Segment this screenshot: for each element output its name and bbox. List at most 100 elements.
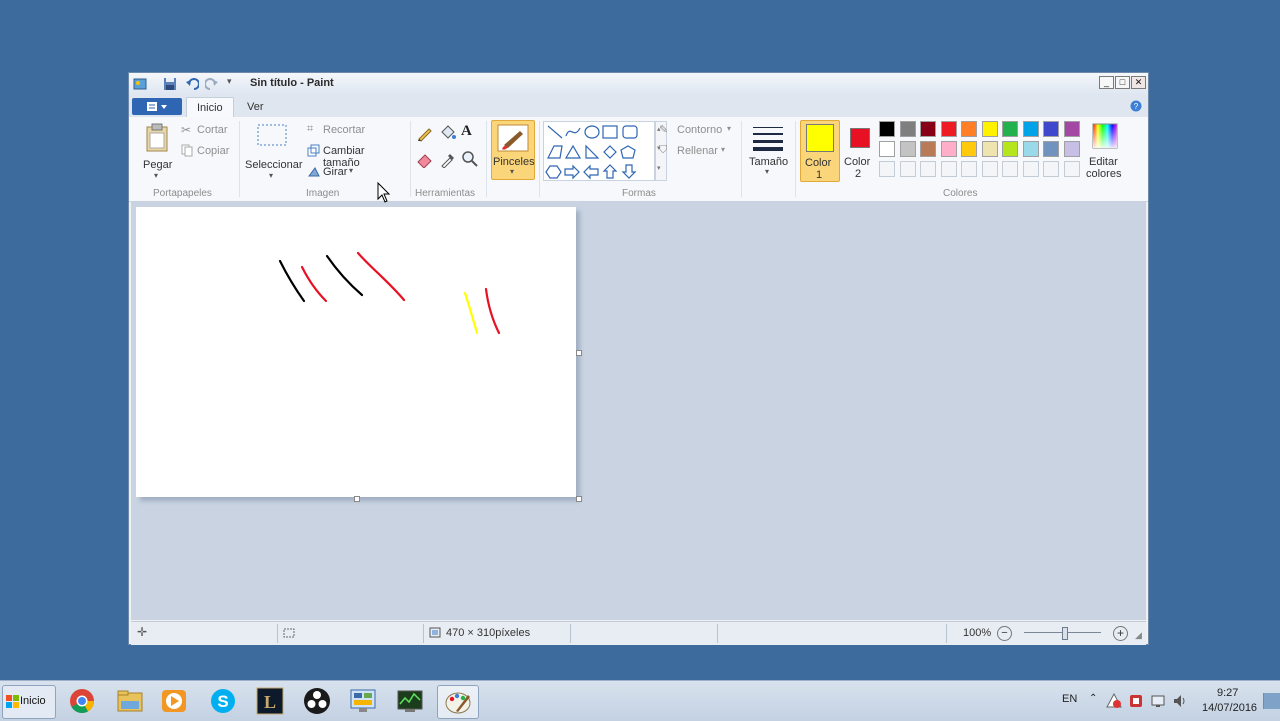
image-dimensions: 470 × 310píxeles [446,627,531,639]
palette-color-swatch[interactable] [879,121,895,137]
palette-color-swatch[interactable] [1002,121,1018,137]
redo-icon[interactable] [205,77,219,91]
palette-color-swatch[interactable] [981,121,998,137]
zoom-in-button[interactable]: + [1113,626,1128,641]
tab-inicio[interactable]: Inicio [186,97,234,118]
window-title: Sin título - Paint [250,77,334,89]
magnifier-icon [462,151,478,167]
palette-custom-slot[interactable] [920,161,936,177]
language-indicator[interactable]: EN [1062,693,1077,705]
palette-color-swatch[interactable] [920,141,936,157]
palette-custom-slot[interactable] [1063,161,1080,177]
action-center-icon[interactable] [1106,693,1122,709]
rotate-label: Girar [323,166,348,178]
palette-custom-slot[interactable] [899,161,916,177]
help-icon[interactable]: ? [1130,100,1142,112]
group-divider [795,121,796,197]
tab-ver[interactable]: Ver [237,97,274,117]
palette-color-swatch[interactable] [1002,141,1018,157]
resize-handle-right[interactable] [576,350,582,356]
clock-time[interactable]: 9:27 [1217,687,1238,699]
palette-color-swatch[interactable] [940,121,957,137]
palette-color-swatch[interactable] [1063,141,1080,157]
paste-dropdown-icon: ▾ [154,171,159,180]
palette-color-swatch[interactable] [940,141,957,157]
file-menu-button[interactable] [132,98,182,115]
drawing-canvas[interactable] [136,207,576,497]
clock-date[interactable]: 14/07/2016 [1202,702,1257,714]
magnifier-tool[interactable] [461,150,479,168]
gallery-expand-icon[interactable]: ▾ [657,164,661,172]
palette-color-swatch[interactable] [899,141,916,157]
palette-color-swatch[interactable] [981,141,998,157]
brushes-button[interactable]: Pinceles ▾ [491,120,535,180]
palette-custom-slot[interactable] [1002,161,1018,177]
close-button[interactable]: ✕ [1131,76,1146,89]
palette-custom-slot[interactable] [1022,161,1039,177]
palette-color-swatch[interactable] [961,121,977,137]
undo-icon[interactable] [185,77,199,91]
status-divider [570,624,571,643]
zoom-slider-thumb[interactable] [1062,627,1068,640]
quick-access-dropdown-icon[interactable]: ▾ [227,76,232,87]
palette-custom-slot[interactable] [981,161,998,177]
taskbar-chrome[interactable] [62,685,102,717]
color-picker-tool[interactable] [439,150,457,169]
taskbar-league[interactable]: L [250,685,290,717]
shapes-gallery[interactable] [543,121,655,181]
clipboard-icon [146,123,168,152]
taskbar-task-manager[interactable] [390,685,430,717]
start-button[interactable]: Inicio [2,685,56,719]
show-hidden-icons-icon[interactable]: ⌃ [1089,693,1097,704]
palette-custom-slot[interactable] [879,161,895,177]
paste-button[interactable]: Pegar ▾ [139,121,175,181]
taskbar-media-player[interactable] [154,685,194,717]
taskbar-paint[interactable] [437,685,479,719]
taskbar-skype[interactable]: S [203,685,243,717]
paste-label: Pegar [143,159,173,171]
text-tool[interactable]: A [461,123,479,141]
palette-color-swatch[interactable] [1022,121,1039,137]
volume-icon[interactable] [1172,693,1188,709]
eraser-tool[interactable] [416,150,434,169]
maximize-button[interactable]: □ [1115,76,1130,89]
palette-color-swatch[interactable] [1022,141,1039,157]
minimize-button[interactable]: _ [1099,76,1114,89]
paint-app-icon[interactable] [133,77,147,91]
palette-color-swatch[interactable] [879,141,895,157]
color1-swatch [806,124,834,152]
color1-button[interactable]: Color 1 [800,120,840,182]
palette-color-swatch[interactable] [1063,121,1080,137]
select-button[interactable]: Seleccionar ▾ [243,121,302,183]
save-icon[interactable] [163,77,177,91]
taskbar-control-panel[interactable] [343,685,383,717]
color2-button[interactable]: Color 2 [842,120,876,180]
group-divider [410,121,411,197]
palette-custom-slot[interactable] [961,161,977,177]
network-icon[interactable] [1150,693,1166,709]
taskbar-obs[interactable] [297,685,337,717]
edit-colors-button[interactable]: Editar colores [1085,121,1125,181]
zoom-out-button[interactable]: − [997,626,1012,641]
palette-custom-slot[interactable] [940,161,957,177]
resize-handle-bottom[interactable] [354,496,360,502]
fill-tool[interactable] [439,124,457,142]
rotate-dropdown-icon: ▾ [349,166,354,175]
palette-color-swatch[interactable] [1043,121,1059,137]
palette-color-swatch[interactable] [899,121,916,137]
resize-handle-corner[interactable] [576,496,582,502]
palette-color-swatch[interactable] [961,141,977,157]
copy-icon [181,144,193,157]
taskbar-explorer[interactable] [110,685,150,717]
palette-custom-slot[interactable] [1043,161,1059,177]
image-group-label: Imagen [306,188,340,199]
size-button[interactable]: Tamaño ▾ [747,121,789,179]
palette-color-swatch[interactable] [920,121,936,137]
show-desktop-button[interactable] [1263,693,1280,709]
canvas-drawing [278,251,501,335]
security-icon[interactable] [1128,693,1144,709]
palette-color-swatch[interactable] [1043,141,1059,157]
shapes-group-label: Formas [622,188,656,199]
pencil-tool[interactable] [416,124,434,142]
resize-grip-icon[interactable]: ◢ [1135,630,1142,641]
